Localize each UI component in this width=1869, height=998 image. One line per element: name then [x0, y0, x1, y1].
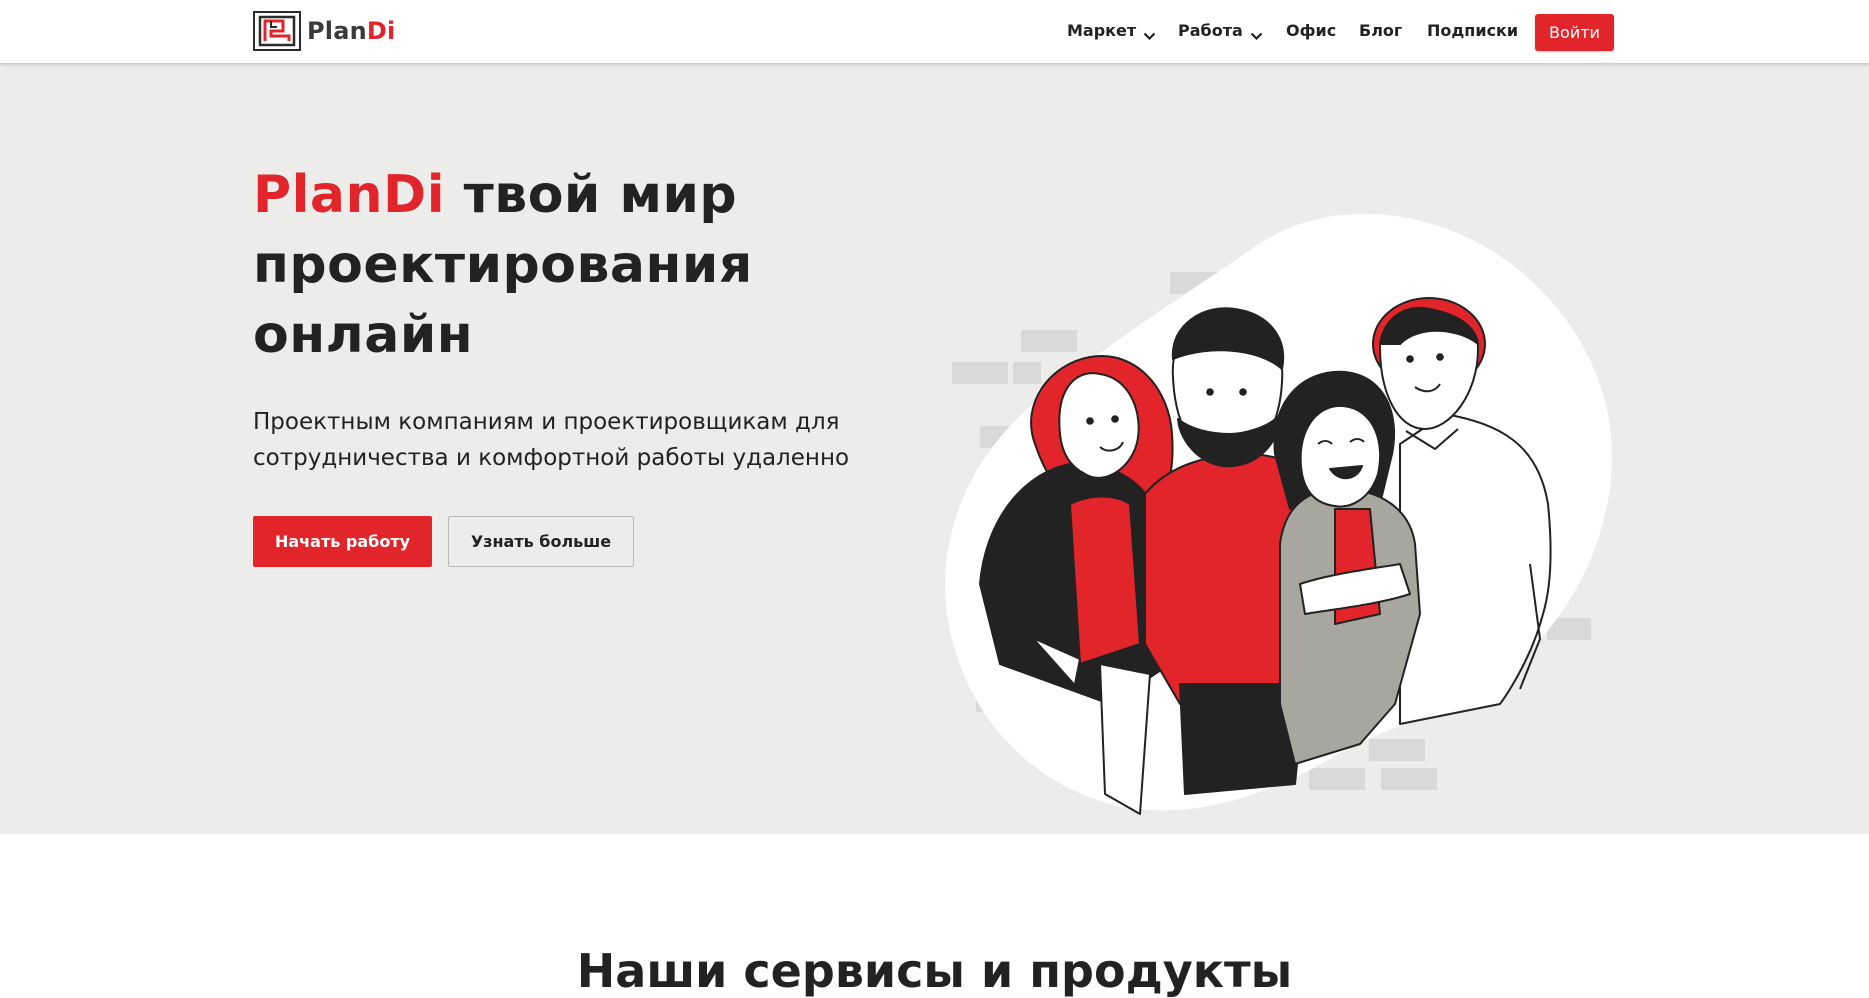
nav-item-label: Офис: [1286, 21, 1337, 40]
nav-item-label: Работа: [1178, 21, 1243, 40]
plandi-logo-icon: [253, 11, 301, 51]
nav-item-blog[interactable]: Блог: [1359, 21, 1402, 40]
nav-item-label: Блог: [1359, 21, 1403, 40]
start-work-button[interactable]: Начать работу: [253, 516, 432, 567]
nav-item-subscriptions[interactable]: Подписки: [1427, 21, 1518, 40]
hero-title-brand: PlanDi: [253, 165, 446, 225]
logo-text-di: Di: [366, 17, 396, 45]
nav-item-office[interactable]: Офис: [1286, 21, 1336, 40]
services-title: Наши сервисы и продукты: [576, 944, 1293, 998]
nav-item-market[interactable]: Маркет: [1067, 21, 1156, 41]
team-illustration: [945, 213, 1612, 815]
chevron-down-icon: [1250, 26, 1263, 41]
site-header: PlanDi Маркет Работа Офис Блог Подписки …: [0, 0, 1869, 64]
hero-title: PlanDi твой мир проектирования онлайн: [253, 160, 873, 370]
login-button[interactable]: Войти: [1535, 14, 1614, 51]
nav-item-work[interactable]: Работа: [1178, 21, 1263, 41]
logo-text-plan: Plan: [307, 17, 367, 45]
logo[interactable]: PlanDi: [253, 11, 395, 51]
logo-text: PlanDi: [307, 17, 395, 45]
hero-subtitle: Проектным компаниям и проектировщикам дл…: [253, 409, 850, 471]
hero-section: PlanDi твой мир проектирования онлайн Пр…: [0, 64, 1869, 834]
nav-item-label: Маркет: [1067, 21, 1137, 40]
nav-item-label: Подписки: [1427, 21, 1519, 40]
chevron-down-icon: [1143, 26, 1156, 41]
learn-more-button[interactable]: Узнать больше: [448, 516, 634, 567]
